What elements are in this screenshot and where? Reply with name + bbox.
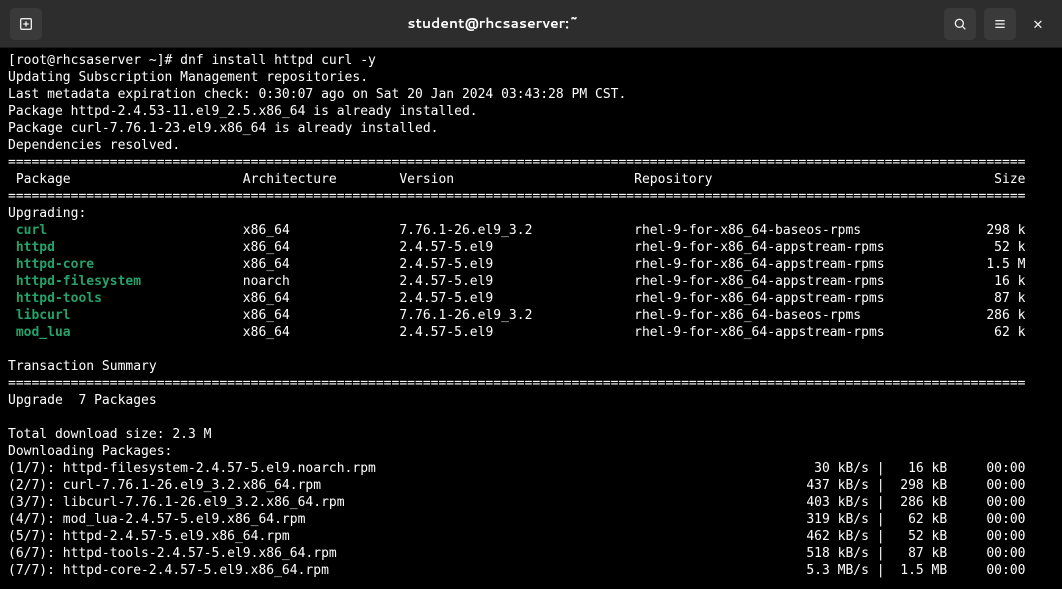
terminal-line: mod_lua x86_64 2.4.57-5.el9 rhel-9-for-x… [8,324,1054,341]
terminal-line: httpd x86_64 2.4.57-5.el9 rhel-9-for-x86… [8,239,1054,256]
terminal-line: Updating Subscription Management reposit… [8,69,1054,86]
terminal-line: Transaction Summary [8,358,1054,375]
terminal-line: Last metadata expiration check: 0:30:07 … [8,86,1054,103]
terminal-line: (7/7): httpd-core-2.4.57-5.el9.x86_64.rp… [8,562,1054,579]
terminal-line: Upgrading: [8,205,1054,222]
terminal-line: (1/7): httpd-filesystem-2.4.57-5.el9.noa… [8,460,1054,477]
terminal-line: (6/7): httpd-tools-2.4.57-5.el9.x86_64.r… [8,545,1054,562]
terminal-line [8,341,1054,358]
menu-button[interactable] [984,8,1016,40]
close-button[interactable]: ✕ [1024,10,1052,38]
terminal-line: Dependencies resolved. [8,137,1054,154]
terminal-line: curl x86_64 7.76.1-26.el9_3.2 rhel-9-for… [8,222,1054,239]
terminal-line [8,409,1054,426]
terminal-line: Upgrade 7 Packages [8,392,1054,409]
close-icon: ✕ [1033,15,1043,32]
hamburger-icon [992,16,1008,32]
search-button[interactable] [944,8,976,40]
terminal-line: httpd-tools x86_64 2.4.57-5.el9 rhel-9-f… [8,290,1054,307]
terminal-line: (4/7): mod_lua-2.4.57-5.el9.x86_64.rpm 3… [8,511,1054,528]
terminal-line: [root@rhcsaserver ~]# dnf install httpd … [8,52,1054,69]
terminal-line: (3/7): libcurl-7.76.1-26.el9_3.2.x86_64.… [8,494,1054,511]
terminal-line: Package httpd-2.4.53-11.el9_2.5.x86_64 i… [8,103,1054,120]
terminal-line: Package Architecture Version Repository … [8,171,1054,188]
new-tab-icon [18,16,34,32]
terminal-line: Downloading Packages: [8,443,1054,460]
titlebar: student@rhcsaserver:~ ✕ [0,0,1062,48]
search-icon [952,16,968,32]
terminal-line: libcurl x86_64 7.76.1-26.el9_3.2 rhel-9-… [8,307,1054,324]
terminal-line: ========================================… [8,154,1054,171]
window-title: student@rhcsaserver:~ [50,15,936,32]
terminal-output[interactable]: [root@rhcsaserver ~]# dnf install httpd … [0,48,1062,579]
terminal-line: httpd-core x86_64 2.4.57-5.el9 rhel-9-fo… [8,256,1054,273]
terminal-line: httpd-filesystem noarch 2.4.57-5.el9 rhe… [8,273,1054,290]
terminal-line: Total download size: 2.3 M [8,426,1054,443]
terminal-line: Package curl-7.76.1-23.el9.x86_64 is alr… [8,120,1054,137]
new-tab-button[interactable] [10,8,42,40]
terminal-line: (5/7): httpd-2.4.57-5.el9.x86_64.rpm 462… [8,528,1054,545]
terminal-line: ========================================… [8,375,1054,392]
terminal-line: ========================================… [8,188,1054,205]
terminal-line: (2/7): curl-7.76.1-26.el9_3.2.x86_64.rpm… [8,477,1054,494]
